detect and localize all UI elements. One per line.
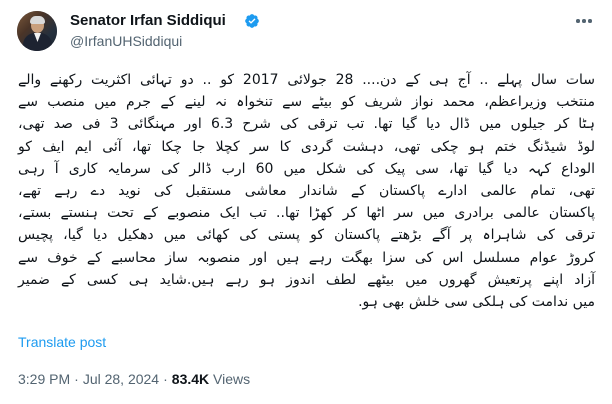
post-text-line: کروڑ عوام مسلسل اس کی سزا بھگت رہے ہیں ا… bbox=[18, 249, 595, 266]
post-text-line: الوداع کہہ دیا گیا تھا، سی پیک کی شکل می… bbox=[18, 160, 595, 177]
author-name[interactable]: Senator Irfan Siddiqui bbox=[70, 12, 226, 30]
post-text-line: منتخب وزیراعظم، محمد نواز شریف کو بیٹے س… bbox=[18, 94, 595, 111]
views-count[interactable]: 83.4K bbox=[172, 371, 209, 387]
post-text-line: آزاد اپنے پرتعیش گھروں میں بیٹھے لطف اند… bbox=[18, 271, 595, 288]
post-metadata: 3:29 PM · Jul 28, 2024 · 83.4K Views bbox=[18, 371, 250, 388]
post-text: سات سال پہلے .. آج ہی کے دن.... 28 جولائ… bbox=[18, 69, 595, 313]
post-text-line: میں ندامت کی ہلکی سی خلش بھی ہو. bbox=[358, 294, 595, 311]
post-time[interactable]: 3:29 PM bbox=[18, 371, 70, 387]
post-card: Senator Irfan Siddiqui @IrfanUHSiddiqui … bbox=[0, 0, 612, 404]
post-text-line: پاکستان عالمی برادری میں سر اٹھا کر کھڑا… bbox=[18, 205, 595, 222]
meta-separator: · bbox=[74, 371, 79, 387]
post-text-line: سات سال پہلے .. آج ہی کے دن.... 28 جولائ… bbox=[18, 72, 595, 88]
verified-badge-icon bbox=[245, 14, 259, 28]
post-text-line: تھی، تمام عالمی ادارے پاکستان کے شاندار … bbox=[18, 183, 595, 200]
author-handle[interactable]: @IrfanUHSiddiqui bbox=[70, 33, 182, 50]
avatar[interactable] bbox=[17, 11, 57, 51]
post-text-line: لوڈ شیڈنگ ختم ہو چکی تھی، دہشت گردی کا س… bbox=[18, 138, 595, 155]
translate-post-link[interactable]: Translate post bbox=[18, 334, 106, 351]
post-text-line: ہٹا کر جیلوں میں ڈال دیا گیا تھا. تب ترق… bbox=[18, 116, 595, 133]
views-label: Views bbox=[213, 371, 251, 387]
more-options-icon[interactable] bbox=[574, 14, 594, 28]
meta-separator: · bbox=[163, 371, 168, 387]
post-date[interactable]: Jul 28, 2024 bbox=[83, 371, 159, 387]
post-text-line: ترقی کی شاہراہ پر آگے بڑھتے پاکستان کو پ… bbox=[18, 227, 595, 244]
